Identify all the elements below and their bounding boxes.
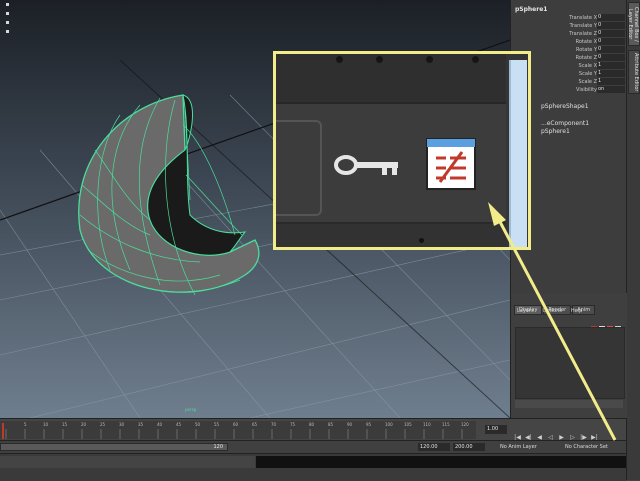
menu-help[interactable]: Help [571, 308, 582, 314]
camera-label: persp [185, 407, 197, 412]
input-node-label[interactable]: ...eComponent1 [541, 120, 589, 127]
tick-label: 105 [404, 422, 412, 427]
input-node-label-2[interactable]: pSphere1 [541, 128, 570, 135]
tick-label: 30 [119, 422, 125, 427]
menu-layers[interactable]: Layers [517, 308, 534, 314]
tab-channel-box[interactable]: Channel Box / Layer Editor [627, 2, 640, 46]
current-time-marker [2, 423, 4, 439]
tick-label: 25 [100, 422, 106, 427]
tick-label: 80 [309, 422, 315, 427]
tick-label: 20 [81, 422, 87, 427]
menu-options[interactable]: Options [543, 308, 562, 314]
tick-label: 60 [233, 422, 239, 427]
help-line [0, 470, 626, 481]
layer-editor-menu: Layers Options Help [517, 308, 591, 314]
layer-editor-tabs: Display Render Anim [514, 296, 596, 315]
zoom-frame [276, 120, 322, 216]
zoom-callout [273, 51, 531, 250]
sphere-mesh [78, 94, 260, 296]
end-time-field[interactable]: 120.00 [418, 443, 450, 451]
tick-label: 115 [442, 422, 450, 427]
shape-node-label[interactable]: pSphereShape1 [541, 103, 589, 110]
playback-range-slider[interactable]: 120 [0, 443, 228, 451]
tick-label: 85 [328, 422, 334, 427]
attr-row-rotate-x[interactable]: Rotate X 0 [511, 38, 627, 46]
attr-row-translate-z[interactable]: Translate Z 0 [511, 30, 627, 38]
tick-label: 75 [290, 422, 296, 427]
side-tab-strip: Channel Box / Layer Editor Attribute Edi… [626, 0, 640, 480]
tick-label: 35 [138, 422, 144, 427]
tab-attribute-editor[interactable]: Attribute Editor [628, 50, 640, 94]
layer-list-scrollbar[interactable] [515, 400, 623, 408]
end-range-field[interactable]: 200.00 [453, 443, 485, 451]
command-line [0, 453, 626, 481]
layer-list[interactable] [515, 327, 625, 399]
tick-label: 5 [24, 422, 27, 427]
timeline-ruler[interactable]: 5 10 15 20 25 30 35 40 45 50 55 60 65 70… [0, 421, 476, 439]
range-slider-end: 120 [213, 444, 223, 450]
tick-label: 40 [157, 422, 163, 427]
attr-row-translate-x[interactable]: Translate X 0 [511, 14, 627, 22]
zoom-top-strip [276, 54, 506, 104]
zoom-bottom-strip [276, 222, 506, 247]
range-slider-bar: 120 120.00 200.00 No Anim Layer No Chara… [0, 440, 626, 454]
tick-label: 45 [176, 422, 182, 427]
zoom-dot [419, 238, 424, 243]
attribute-editor-icon[interactable] [426, 138, 476, 190]
layer-editor: Display Render Anim Layers Options Help [510, 293, 627, 418]
tick-label: 65 [252, 422, 258, 427]
current-frame-field[interactable]: 1.00 [485, 425, 507, 434]
tick-label: 55 [214, 422, 220, 427]
tick-label: 120 [461, 422, 469, 427]
attr-row-translate-y[interactable]: Translate Y 0 [511, 22, 627, 30]
viewport-toolbar-dots [6, 3, 10, 39]
tick-label: 15 [62, 422, 68, 427]
tick-label: 110 [423, 422, 431, 427]
tick-label: 50 [195, 422, 201, 427]
zoom-panel-content [276, 54, 506, 247]
key-icon[interactable] [334, 152, 404, 178]
tick-label: 10 [43, 422, 49, 427]
channel-box-object-name[interactable]: pSphere1 [515, 6, 547, 13]
character-set-dropdown[interactable]: No Character Set [565, 443, 608, 451]
command-line-mel[interactable] [0, 456, 255, 468]
tick-label: 95 [366, 422, 372, 427]
tick-label: 90 [347, 422, 353, 427]
tick-label: 70 [271, 422, 277, 427]
time-slider: 5 10 15 20 25 30 35 40 45 50 55 60 65 70… [0, 418, 626, 441]
command-result-field[interactable] [256, 456, 626, 468]
anim-layer-dropdown[interactable]: No Anim Layer [500, 443, 537, 451]
zoom-scrollbar [509, 60, 527, 247]
tick-label: 100 [385, 422, 393, 427]
